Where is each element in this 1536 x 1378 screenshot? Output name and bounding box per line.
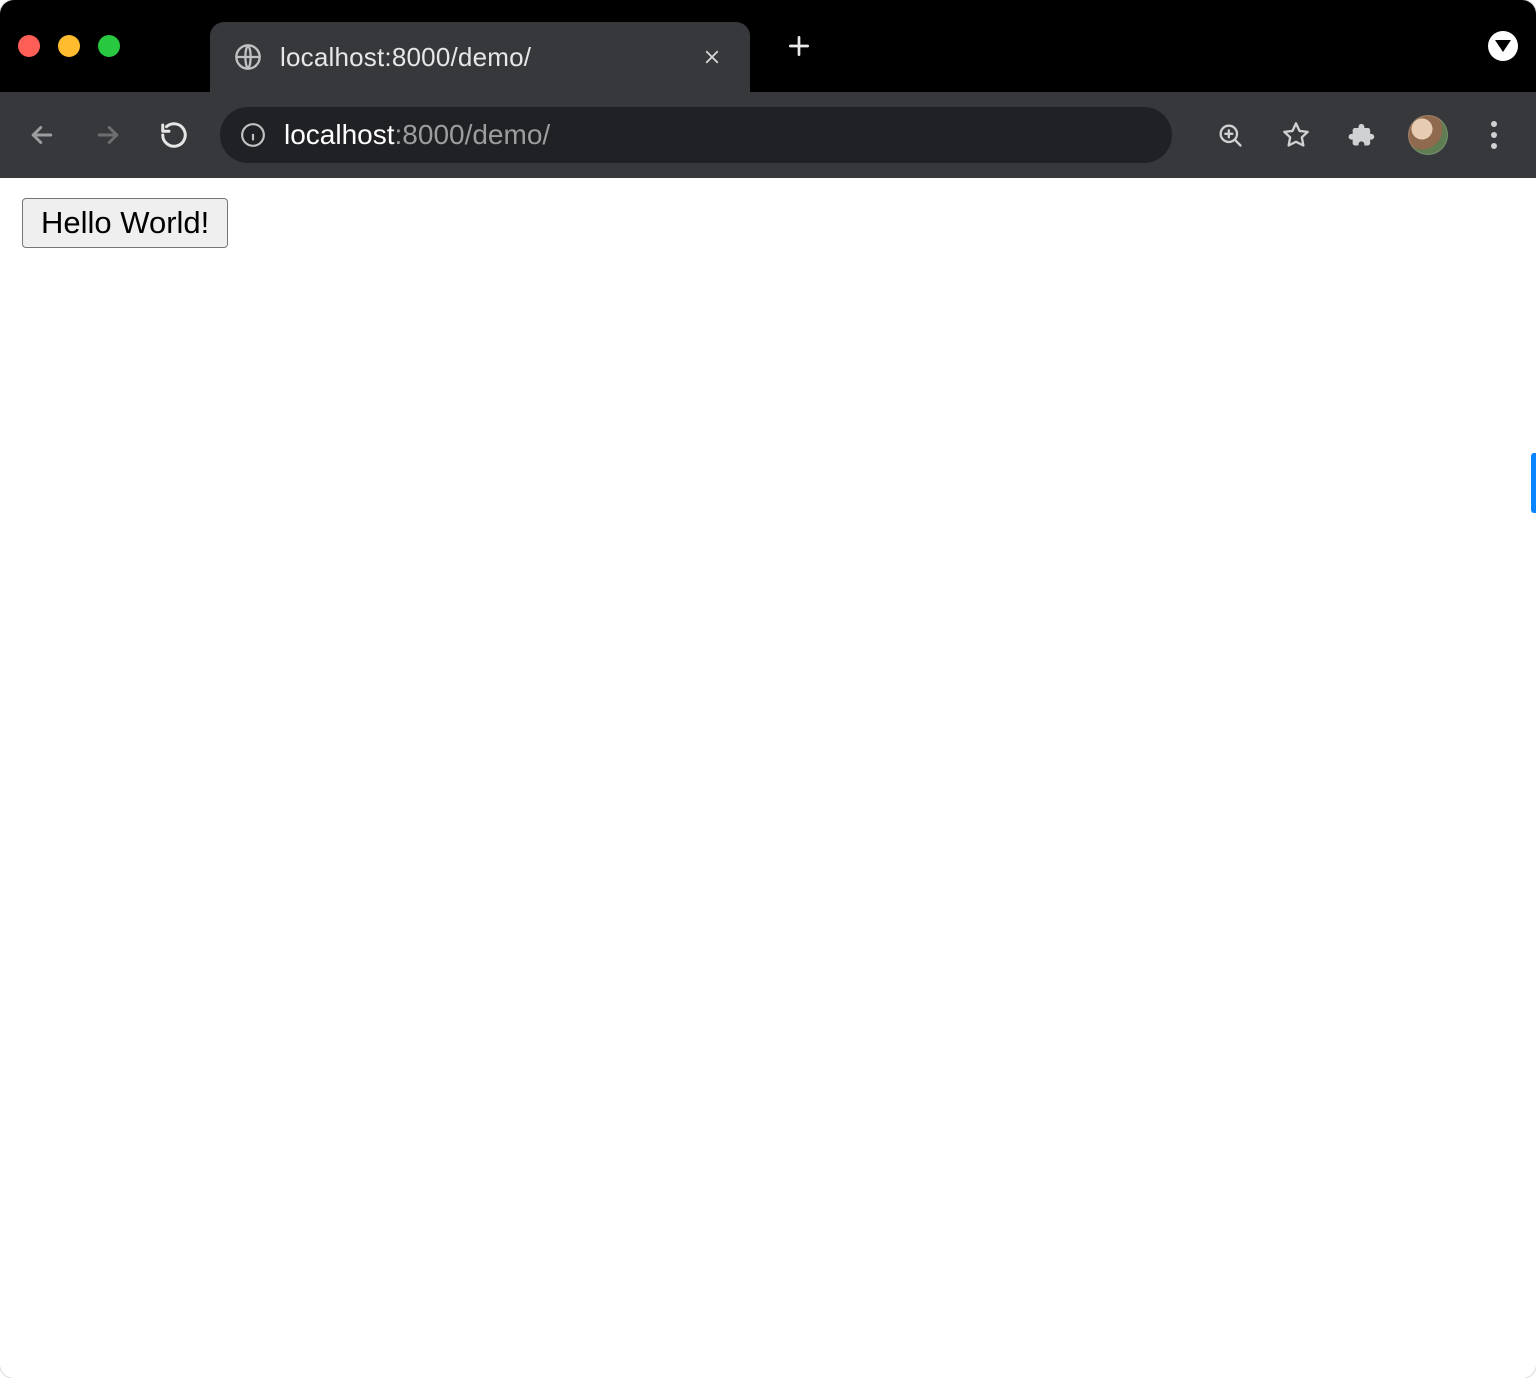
browser-tab[interactable]: localhost:8000/demo/ [210, 22, 750, 92]
zoom-icon[interactable] [1210, 115, 1250, 155]
url-host: localhost [284, 119, 395, 150]
window-maximize-button[interactable] [98, 35, 120, 57]
window-minimize-button[interactable] [58, 35, 80, 57]
extensions-puzzle-icon[interactable] [1342, 115, 1382, 155]
window-controls [18, 35, 120, 57]
profile-avatar[interactable] [1408, 115, 1448, 155]
site-info-icon[interactable] [240, 122, 266, 148]
close-tab-button[interactable] [698, 43, 726, 71]
scrollbar-indicator [1531, 453, 1536, 513]
tab-strip: localhost:8000/demo/ [0, 0, 1536, 92]
account-dropdown-icon[interactable] [1488, 31, 1518, 61]
browser-window: localhost:8000/demo/ [0, 0, 1536, 1378]
page-content: Hello World! [0, 178, 1536, 1378]
globe-icon [234, 43, 262, 71]
new-tab-button[interactable] [778, 25, 820, 67]
url-text: localhost:8000/demo/ [284, 119, 550, 151]
url-path: :8000/demo/ [395, 119, 551, 150]
toolbar-right-group [1210, 115, 1514, 155]
hello-world-button[interactable]: Hello World! [22, 198, 228, 248]
menu-kebab-icon[interactable] [1474, 115, 1514, 155]
tab-title: localhost:8000/demo/ [280, 42, 680, 73]
nav-forward-button[interactable] [88, 115, 128, 155]
nav-back-button[interactable] [22, 115, 62, 155]
bookmark-star-icon[interactable] [1276, 115, 1316, 155]
address-bar[interactable]: localhost:8000/demo/ [220, 107, 1172, 163]
reload-button[interactable] [154, 115, 194, 155]
browser-toolbar: localhost:8000/demo/ [0, 92, 1536, 178]
window-close-button[interactable] [18, 35, 40, 57]
